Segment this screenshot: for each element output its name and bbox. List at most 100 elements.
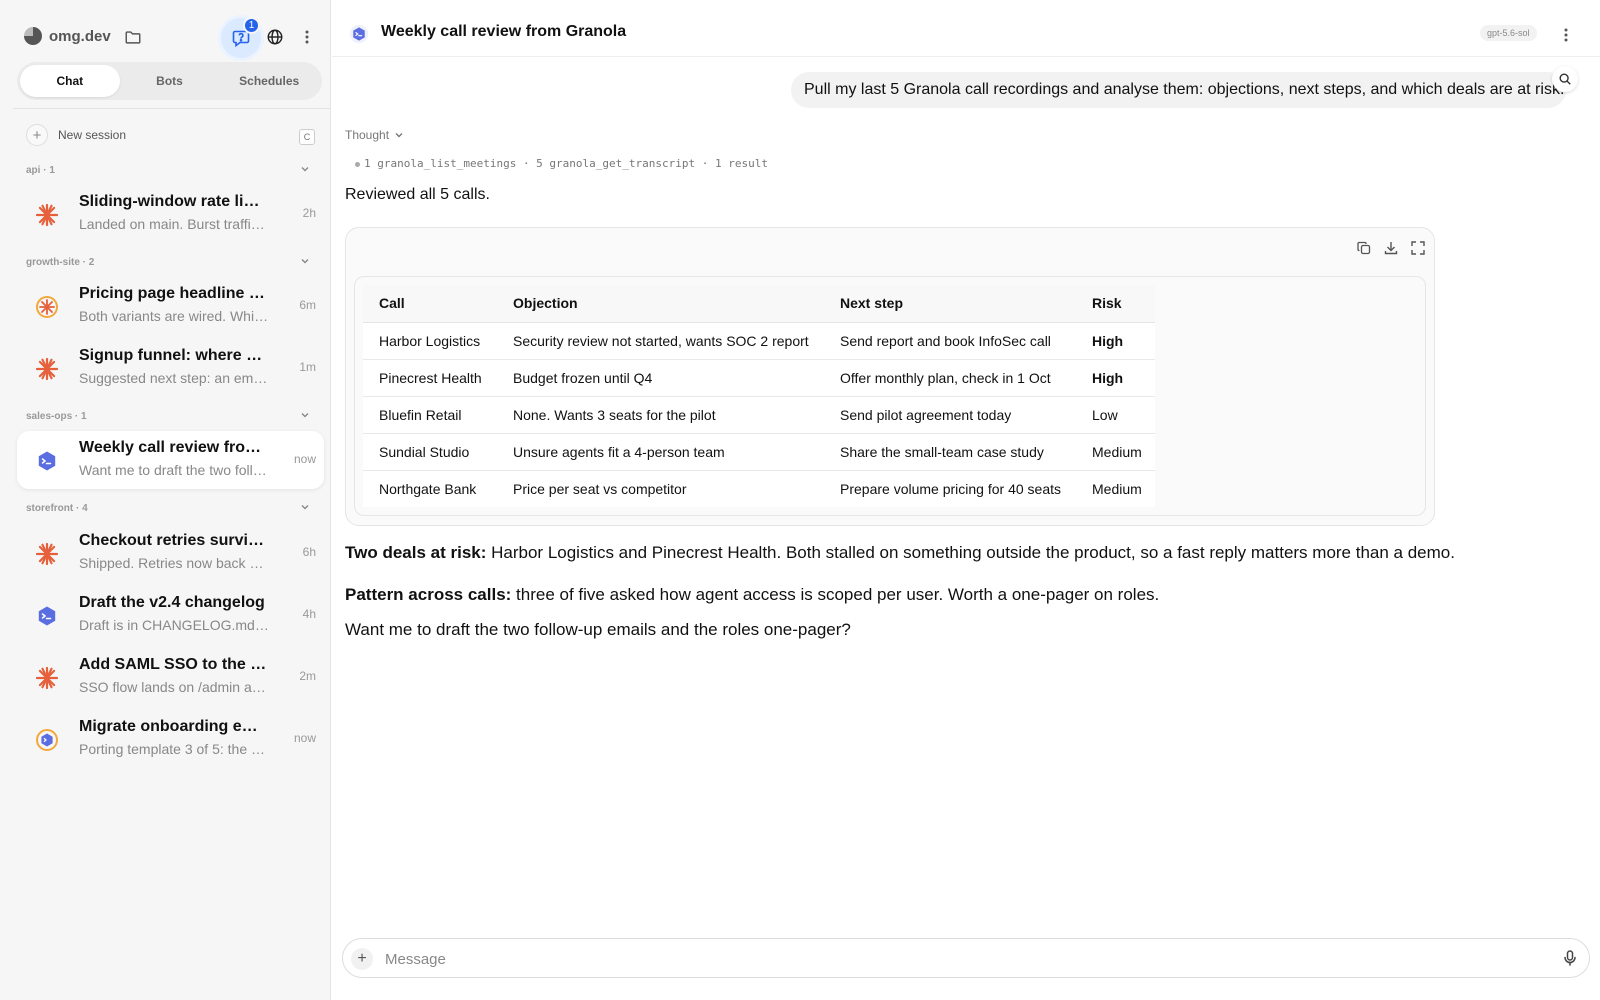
help-button[interactable]: 1 [221, 17, 261, 58]
session-title: Checkout retries surviving restarts [79, 532, 269, 549]
sidebar-tabs: Chat Bots Schedules [17, 62, 322, 100]
group-label: api · 1 [26, 165, 55, 176]
claude-burst-icon [35, 357, 59, 381]
session-time: 4h [302, 607, 316, 621]
pattern-summary: Pattern across calls: three of five aske… [345, 585, 1159, 605]
claude-burst-ring-icon [36, 296, 58, 318]
new-session-label: New session [58, 128, 127, 142]
chevron-down-icon [395, 133, 403, 138]
risk-summary: Two deals at risk: Harbor Logistics and … [345, 543, 1455, 563]
cell-objection: None. Wants 3 seats for the pilot [497, 396, 824, 434]
bot-icon [38, 451, 56, 471]
call-review-table: Call Objection Next step Risk Harbor Log… [363, 285, 1155, 507]
claude-burst-icon [35, 666, 59, 690]
session-item[interactable]: Add SAML SSO to the admin panel SSO flow… [17, 648, 324, 706]
brand[interactable]: omg.dev [24, 27, 111, 45]
user-message: Pull my last 5 Granola call recordings a… [791, 72, 1566, 108]
claude-burst-icon [35, 542, 59, 566]
risk-heading: Two deals at risk: [345, 543, 487, 562]
session-snippet: Shipped. Retries now back off exponentia… [79, 555, 269, 571]
search-button[interactable] [1552, 66, 1578, 92]
tab-bots[interactable]: Bots [120, 65, 220, 97]
more-options-icon[interactable] [1558, 26, 1574, 44]
chat-header: Weekly call review from Granola gpt-5.6-… [332, 0, 1600, 57]
session-time: now [293, 452, 316, 466]
session-snippet: SSO flow lands on /admin after login [79, 679, 269, 695]
sidebar-more-icon[interactable] [299, 28, 315, 46]
session-snippet: Suggested next step: an email nudge [79, 370, 269, 386]
download-icon[interactable] [1383, 240, 1399, 256]
session-snippet: Want me to draft the two follow-up email… [79, 462, 269, 478]
column-header-next-step: Next step [824, 285, 1076, 323]
group-header-storefront[interactable]: storefront · 4 [26, 503, 316, 514]
table-row: Northgate Bank Price per seat vs competi… [363, 470, 1155, 507]
group-label: storefront · 4 [26, 503, 88, 514]
expand-icon[interactable] [1410, 240, 1426, 256]
cell-risk: High [1076, 359, 1155, 397]
pattern-heading: Pattern across calls: [345, 585, 512, 604]
cell-next-step: Share the small-team case study [824, 433, 1076, 471]
column-header-risk: Risk [1076, 285, 1155, 323]
status-dot [355, 161, 360, 167]
cell-call: Bluefin Retail [363, 396, 497, 434]
session-item[interactable]: Pricing page headline test Both variants… [17, 277, 324, 335]
cell-risk: High [1076, 322, 1155, 360]
microphone-icon[interactable] [1561, 949, 1579, 967]
table-artifact: Call Objection Next step Risk Harbor Log… [345, 227, 1435, 526]
session-item[interactable]: Migrate onboarding emails Porting templa… [17, 710, 324, 768]
thought-toggle[interactable]: Thought [345, 128, 404, 142]
tab-chat[interactable]: Chat [20, 65, 120, 97]
session-title: Sliding-window rate limiter [79, 193, 269, 210]
session-time: 2h [302, 206, 316, 220]
session-item[interactable]: Checkout retries surviving restarts Ship… [17, 524, 324, 582]
bot-ring-icon [36, 729, 58, 751]
copy-icon[interactable] [1356, 240, 1372, 256]
attach-button[interactable]: + [351, 948, 373, 970]
cell-call: Pinecrest Health [363, 359, 497, 397]
brand-name: omg.dev [49, 27, 111, 45]
session-item[interactable]: Signup funnel: where users drop Suggeste… [17, 339, 324, 397]
cell-next-step: Prepare volume pricing for 40 seats [840, 480, 1061, 497]
session-item[interactable]: Sliding-window rate limiter Landed on ma… [17, 185, 324, 243]
chevron-down-icon [301, 167, 309, 172]
cell-call: Sundial Studio [363, 433, 497, 471]
cell-next-step: Offer monthly plan, check in 1 Oct [824, 359, 1076, 397]
message-composer: + [342, 938, 1590, 978]
cell-objection: Price per seat vs competitor [513, 480, 687, 497]
session-item-active[interactable]: Weekly call review from Granola Want me … [17, 431, 324, 489]
brand-logo-icon [24, 27, 42, 45]
folder-icon[interactable] [124, 28, 142, 46]
cell-call: Harbor Logistics [363, 322, 497, 360]
group-label: sales-ops · 1 [26, 411, 87, 422]
tool-call-summary[interactable]: 1 granola_list_meetings · 5 granola_get_… [355, 157, 768, 170]
table-row: Bluefin Retail None. Wants 3 seats for t… [363, 396, 1155, 434]
new-session-shortcut: C [299, 129, 315, 145]
group-header-sales-ops[interactable]: sales-ops · 1 [26, 411, 316, 422]
group-label: growth-site · 2 [26, 257, 95, 268]
tool-call-text: 1 granola_list_meetings · 5 granola_get_… [364, 157, 768, 170]
new-session-button[interactable]: + New session [26, 124, 126, 146]
session-item[interactable]: Draft the v2.4 changelog Draft is in CHA… [17, 586, 324, 644]
model-badge[interactable]: gpt-5.6-sol [1480, 25, 1537, 41]
session-title: Migrate onboarding emails [79, 718, 269, 735]
closing-question: Want me to draft the two follow-up email… [345, 620, 851, 639]
chevron-down-icon [301, 259, 309, 264]
message-input[interactable] [385, 948, 1505, 970]
chat-panel: Weekly call review from Granola gpt-5.6-… [332, 0, 1600, 1000]
session-time: 1m [299, 360, 316, 374]
divider [13, 108, 331, 109]
group-header-api[interactable]: api · 1 [26, 165, 316, 176]
session-time: now [293, 731, 316, 745]
session-time: 2m [299, 669, 316, 683]
session-snippet: Landed on main. Burst traffic is now smo… [79, 216, 269, 232]
globe-icon[interactable] [266, 28, 284, 46]
tab-schedules[interactable]: Schedules [219, 65, 319, 97]
cell-risk: Medium [1076, 433, 1155, 471]
group-header-growth-site[interactable]: growth-site · 2 [26, 257, 316, 268]
risk-text: Harbor Logistics and Pinecrest Health. B… [486, 543, 1455, 562]
session-title: Weekly call review from Granola [79, 439, 269, 456]
session-title: Signup funnel: where users drop [79, 347, 269, 364]
table-container: Call Objection Next step Risk Harbor Log… [354, 276, 1426, 516]
cell-next-step: Send report and book InfoSec call [824, 322, 1076, 360]
column-header-call: Call [363, 285, 497, 323]
